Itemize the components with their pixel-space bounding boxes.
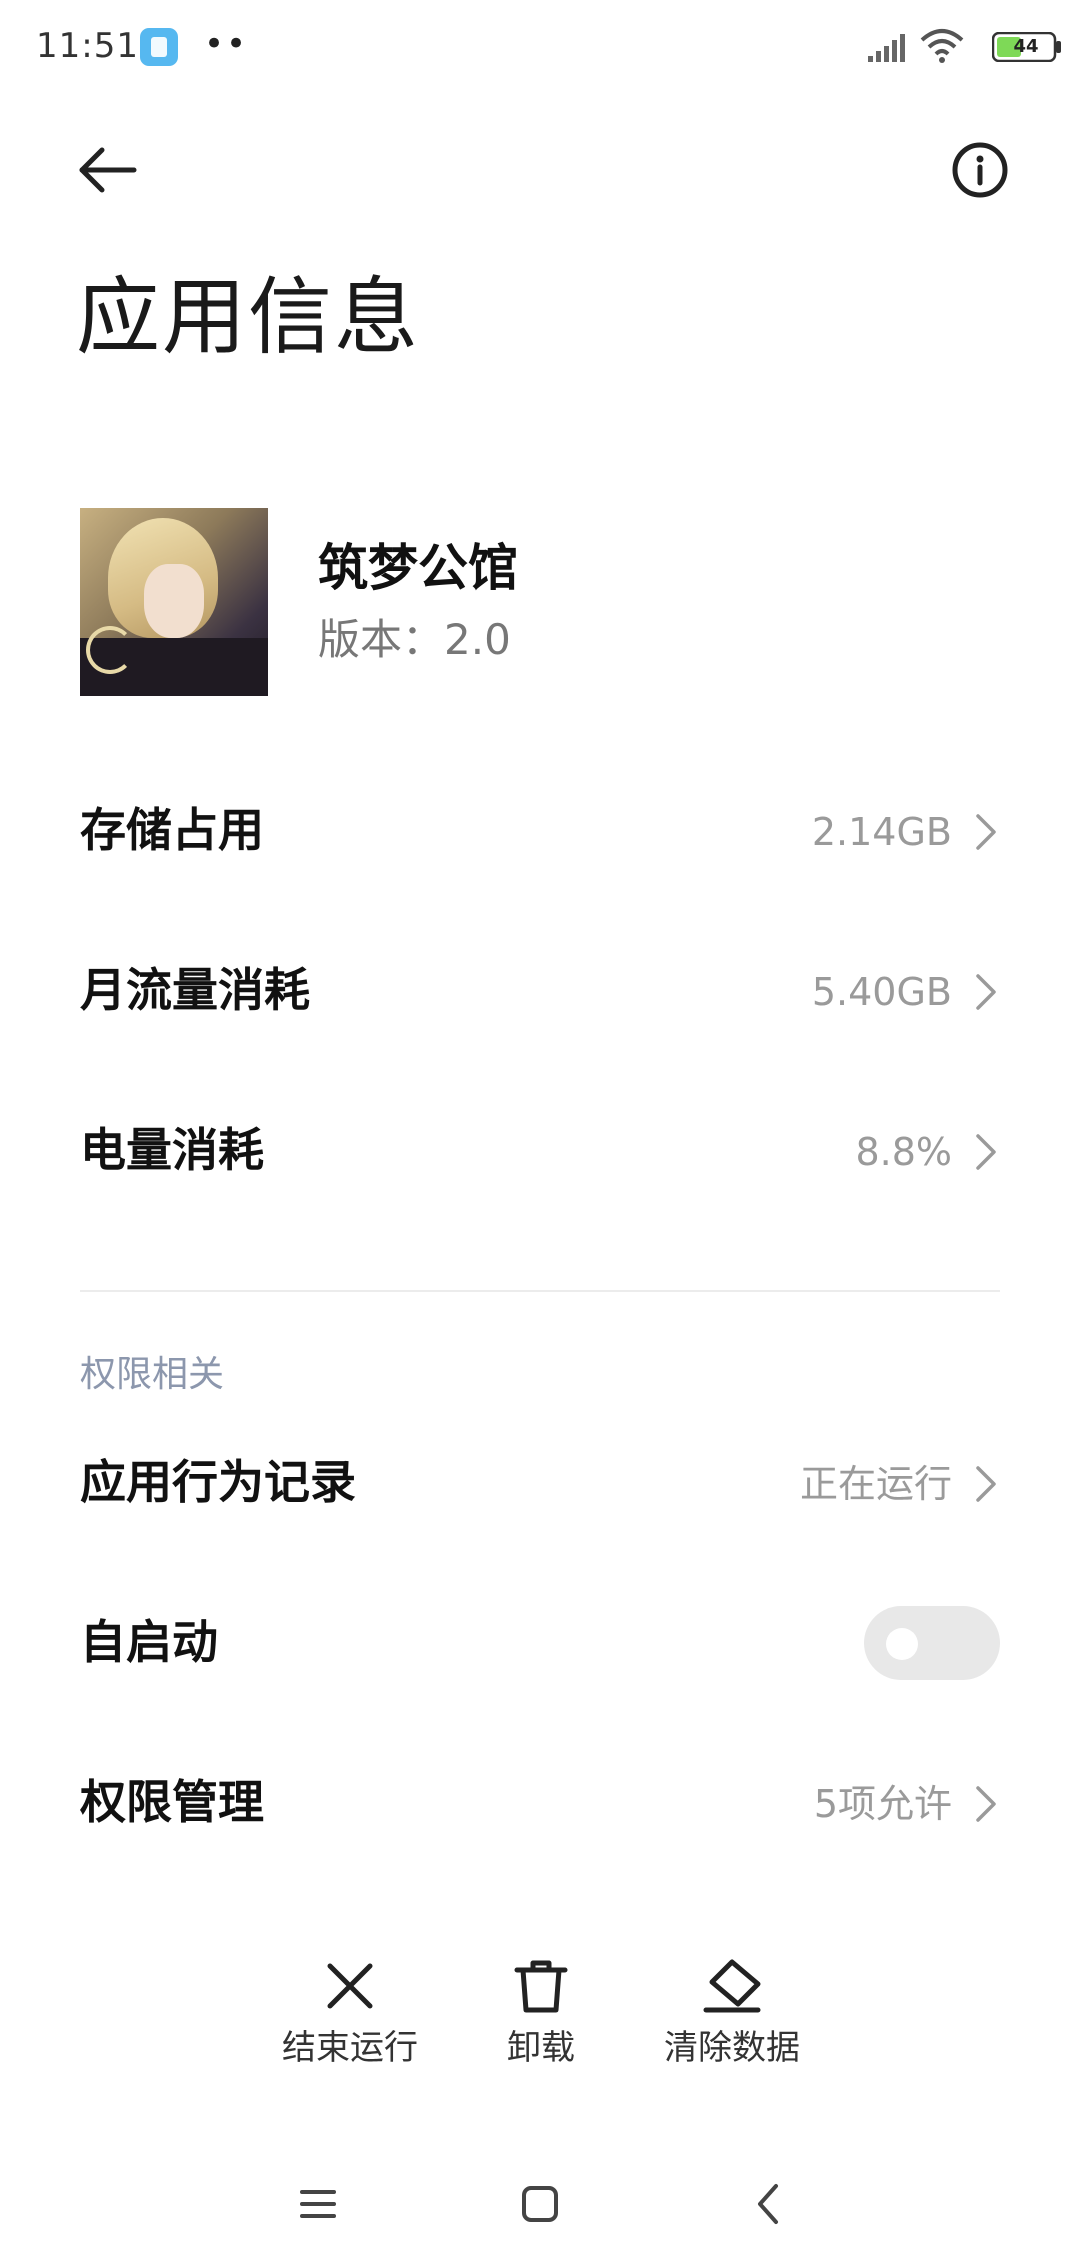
home-square-icon[interactable]	[510, 2174, 570, 2234]
app-version: 版本：2.0	[318, 615, 511, 664]
row-label: 存储占用	[80, 803, 264, 857]
notification-dots: ••	[204, 24, 249, 64]
action-label: 结束运行	[282, 2028, 418, 2068]
trash-icon	[514, 1960, 568, 2013]
wifi-icon	[920, 29, 964, 63]
row-value: 8.8%	[855, 1130, 952, 1174]
row-value: 正在运行	[799, 1462, 952, 1506]
app-name: 筑梦公馆	[318, 539, 518, 597]
uninstall-button[interactable]: 卸载	[441, 1958, 641, 2088]
permission-manage-row[interactable]: 权限管理 5项允许	[80, 1752, 1000, 1852]
autostart-toggle[interactable]	[864, 1606, 1000, 1680]
status-time: 11:51	[36, 26, 139, 66]
chevron-right-icon	[976, 1466, 996, 1502]
status-indicators: 44	[862, 26, 1062, 70]
row-label: 自启动	[80, 1615, 218, 1669]
status-bar: 11:51 •• 44	[0, 0, 1080, 96]
info-button[interactable]	[950, 140, 1010, 200]
battery-usage-row[interactable]: 电量消耗 8.8%	[80, 1100, 1000, 1200]
row-label: 月流量消耗	[80, 963, 310, 1017]
chevron-right-icon	[976, 974, 996, 1010]
chevron-right-icon	[976, 814, 996, 850]
back-chevron-icon[interactable]	[740, 2174, 800, 2234]
close-x-icon	[327, 1963, 373, 2009]
storage-row[interactable]: 存储占用 2.14GB	[80, 780, 1000, 880]
action-label: 卸载	[507, 2028, 575, 2068]
autostart-row: 自启动	[80, 1592, 1000, 1692]
behavior-record-row[interactable]: 应用行为记录 正在运行	[80, 1432, 1000, 1532]
signal-icon	[868, 34, 905, 62]
action-label: 清除数据	[664, 2028, 800, 2068]
app-icon	[80, 508, 268, 696]
row-value: 5.40GB	[811, 970, 952, 1014]
app-notification-icon	[140, 28, 178, 66]
info-circle-icon	[952, 142, 1008, 198]
row-value: 2.14GB	[811, 810, 952, 854]
chevron-right-icon	[976, 1786, 996, 1822]
page-title: 应用信息	[76, 268, 421, 366]
row-label: 电量消耗	[80, 1123, 264, 1177]
row-label: 应用行为记录	[80, 1455, 356, 1509]
chevron-right-icon	[976, 1134, 996, 1170]
eraser-icon	[703, 1959, 761, 2013]
row-label: 权限管理	[80, 1775, 264, 1829]
section-header-permissions: 权限相关	[80, 1354, 225, 1395]
force-stop-button[interactable]: 结束运行	[250, 1958, 450, 2088]
clear-data-button[interactable]: 清除数据	[632, 1958, 832, 2088]
battery-level: 44	[1013, 36, 1039, 57]
divider	[80, 1290, 1000, 1292]
arrow-left-icon	[79, 147, 137, 193]
row-value: 5项允许	[813, 1782, 952, 1826]
menu-icon[interactable]	[288, 2174, 348, 2234]
toggle-knob	[886, 1628, 918, 1660]
data-usage-row[interactable]: 月流量消耗 5.40GB	[80, 940, 1000, 1040]
back-button[interactable]	[76, 138, 140, 202]
navigation-bar	[0, 2150, 1080, 2248]
